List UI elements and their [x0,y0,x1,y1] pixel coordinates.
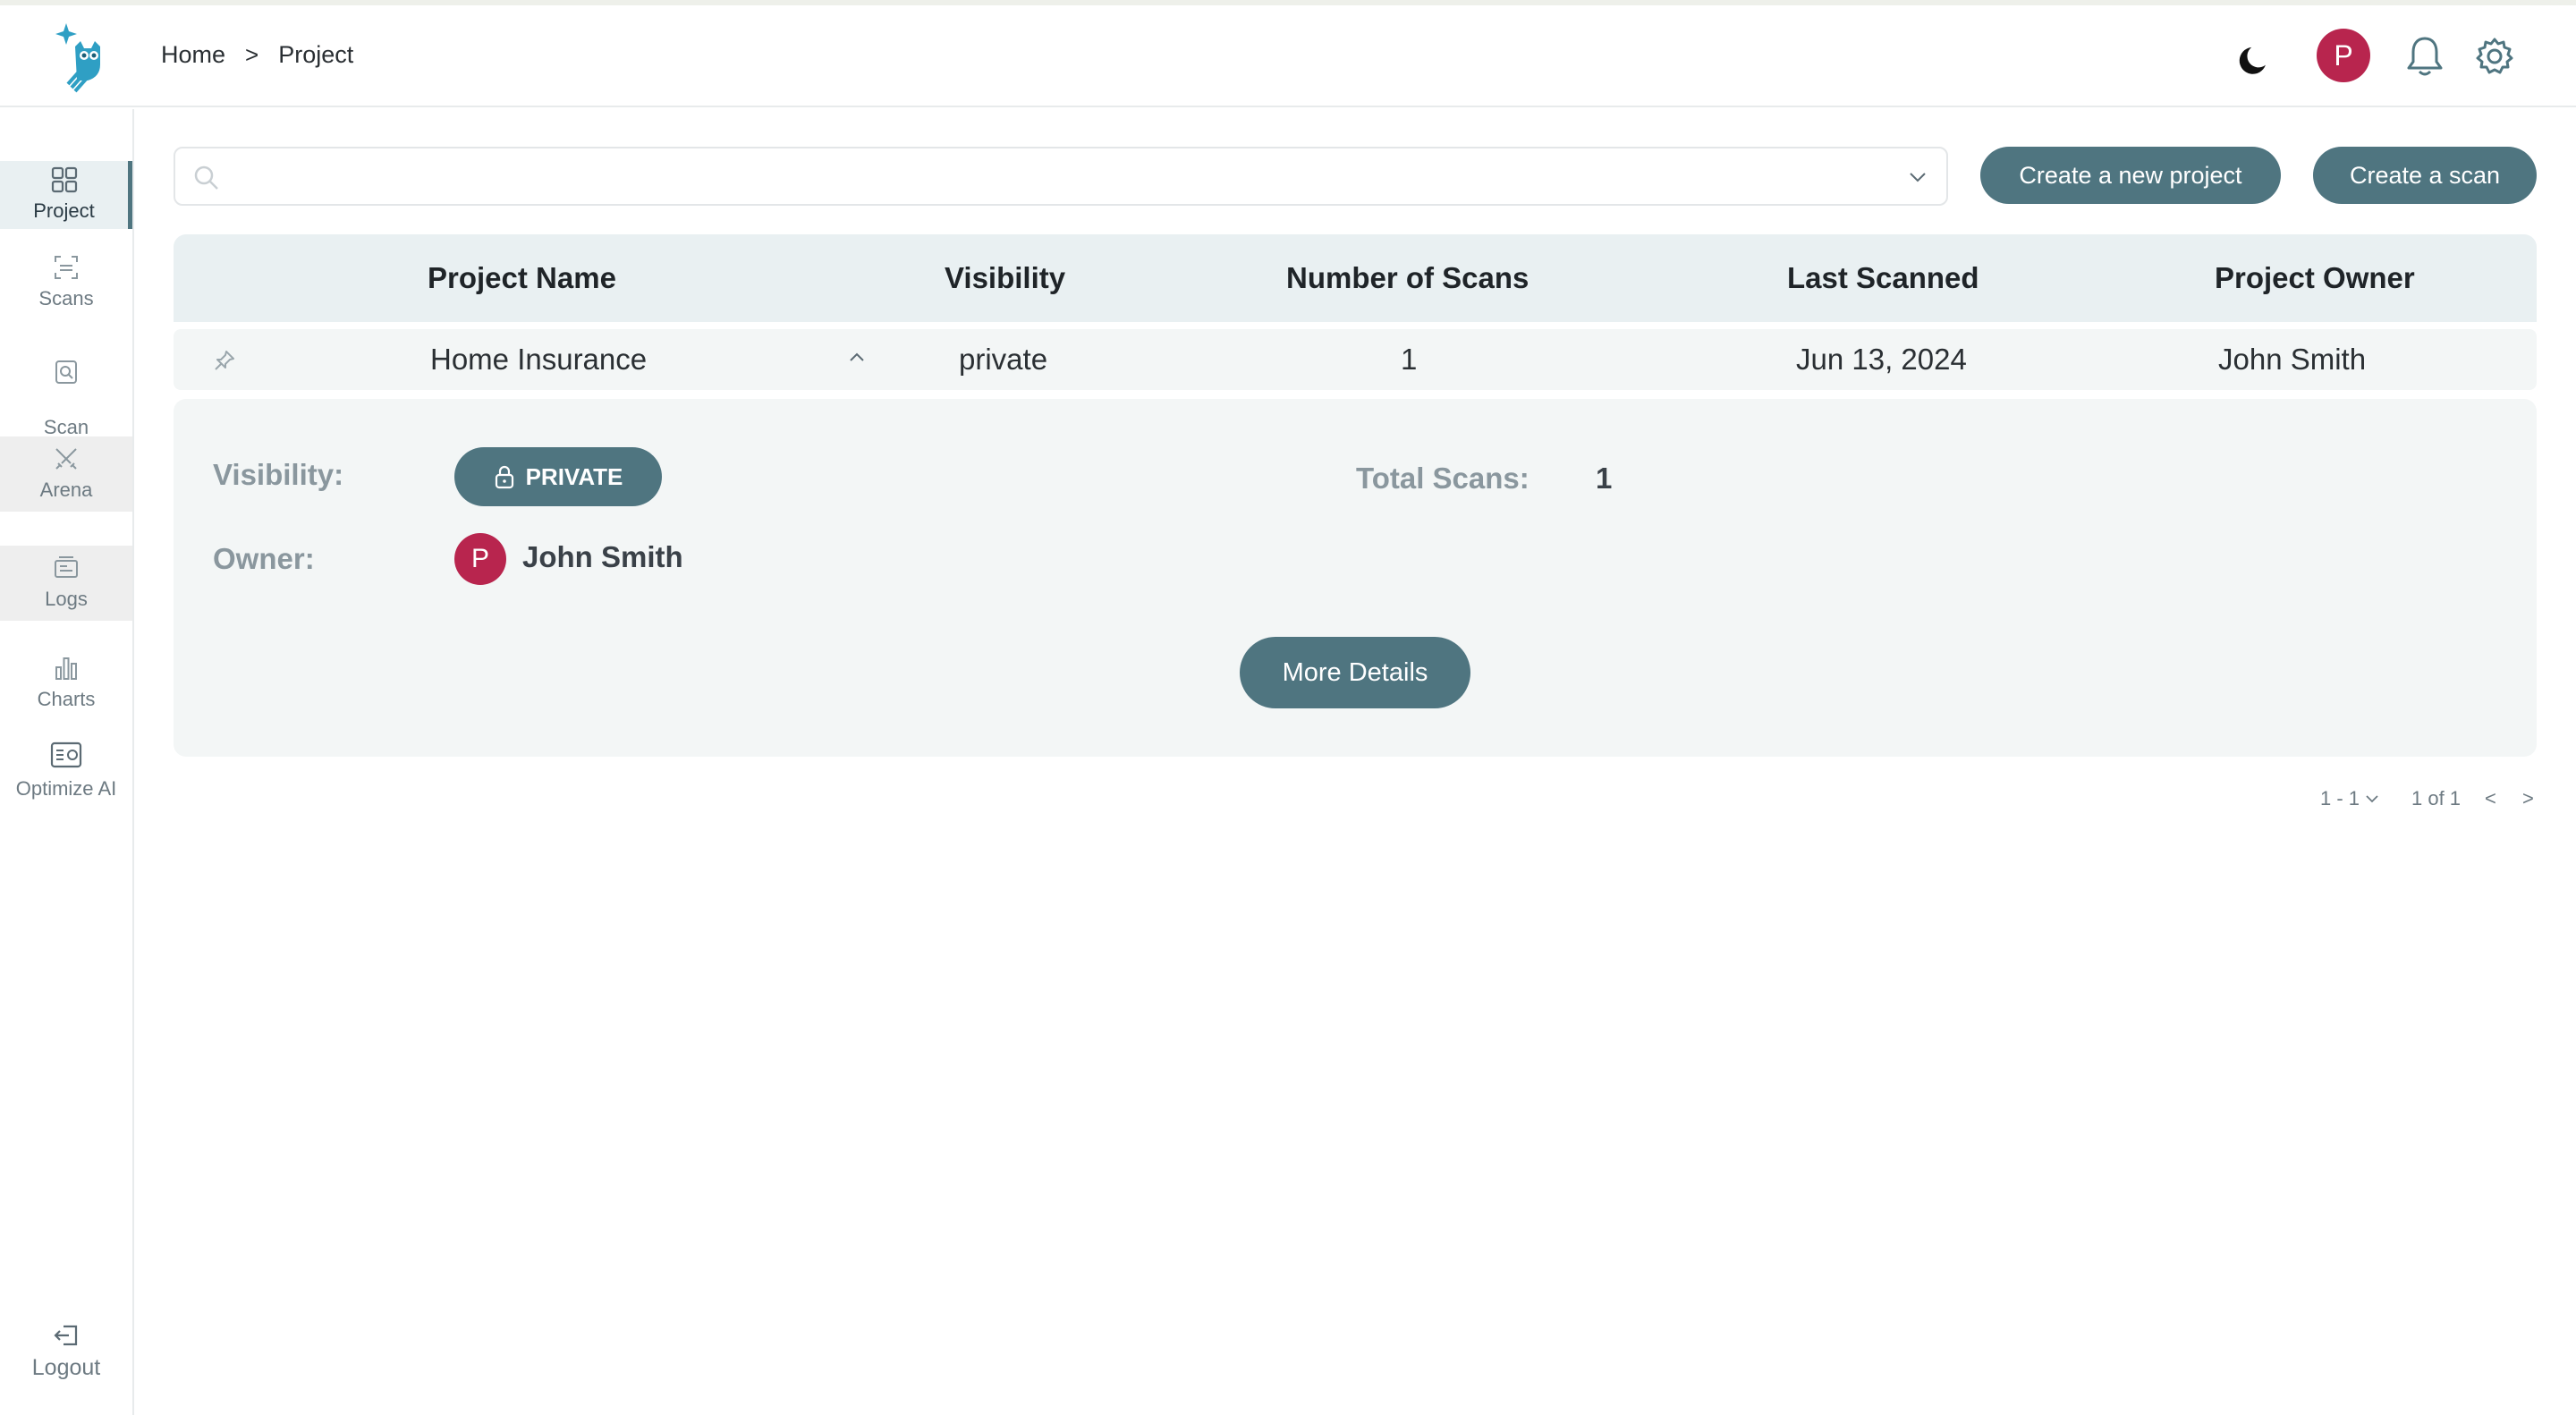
project-owner-cell: John Smith [2218,343,2367,376]
total-scans-label: Total Scans: [1356,462,1530,495]
last-scanned-cell: Jun 13, 2024 [1796,343,1967,376]
scan-icon [55,256,78,279]
sidebar-item-label: Optimize AI [15,777,117,800]
sidebar-item-scans[interactable]: Scans [0,254,132,310]
project-detail-panel: Visibility: PRIVATE Total Scans: 1 Owner… [174,399,2537,757]
logout-button[interactable]: Logout [0,1323,132,1381]
bell-icon[interactable] [2404,34,2445,79]
breadcrumb: Home > Project [161,41,353,69]
column-header-last-scanned[interactable]: Last Scanned [1787,234,1979,322]
chevron-down-icon [2366,795,2378,803]
bar-chart-icon [55,657,77,680]
next-page-button[interactable]: > [2522,787,2534,810]
logout-label: Logout [31,1355,101,1380]
breadcrumb-current: Project [278,41,354,68]
breadcrumb-separator: > [245,41,259,68]
rows-range: 1 - 1 [2320,787,2360,809]
logs-icon [55,556,78,578]
visibility-badge: PRIVATE [454,447,662,506]
project-name-cell[interactable]: Home Insurance [430,329,647,390]
column-header-project-owner[interactable]: Project Owner [2215,234,2415,322]
table-row[interactable]: Home Insurance private 1 Jun 13, 2024 Jo… [174,329,2537,390]
sidebar-item-arena[interactable]: Arena [0,436,132,512]
grid-icon [51,166,77,193]
search-input[interactable] [229,156,1893,197]
sidebar-item-label: Arena [39,479,93,501]
sidebar-item-label: Project [33,199,95,222]
chevron-up-icon[interactable] [848,351,866,363]
prev-page-button[interactable]: < [2485,787,2496,810]
gear-icon[interactable] [2474,36,2515,77]
sidebar-item-optimize-ai[interactable]: Optimize AI [0,741,132,801]
optimize-icon [50,741,82,768]
create-scan-button[interactable]: Create a scan [2313,147,2537,204]
pin-icon[interactable] [213,349,236,372]
lock-icon [495,465,513,489]
sidebar-item-label: Charts [37,688,96,710]
search-box [174,147,1948,206]
total-scans-value: 1 [1596,462,1613,495]
rows-per-page-select[interactable]: 1 - 1 [2320,787,2379,810]
scans-count-cell: 1 [1401,343,1418,376]
more-details-button[interactable]: More Details [1240,637,1470,708]
owner-avatar: P [454,533,506,585]
sidebar: Project Scans Scan Summary Arena Logs [0,109,134,1415]
sidebar-item-label: Logs [45,588,88,610]
column-header-project-name[interactable]: Project Name [428,234,616,322]
column-header-number-of-scans[interactable]: Number of Scans [1286,234,1529,322]
create-project-button[interactable]: Create a new project [1980,147,2281,204]
moon-icon[interactable] [2236,39,2275,79]
visibility-cell: private [959,343,1048,376]
scan-summary-icon [55,360,77,384]
page-indicator: 1 of 1 [2411,787,2462,809]
sidebar-item-project[interactable]: Project [0,161,132,229]
owner-name: John Smith [522,540,683,573]
user-avatar[interactable]: P [2317,29,2370,82]
column-header-visibility[interactable]: Visibility [945,234,1065,322]
chevron-down-icon[interactable] [1909,172,1927,182]
search-icon [194,165,218,190]
logout-icon [54,1325,78,1346]
owner-label: Owner: [213,542,315,575]
sidebar-item-logs[interactable]: Logs [0,546,132,621]
table-header: Project Name Visibility Number of Scans … [174,234,2537,322]
app-header: Home > Project P [0,5,2576,107]
swords-icon [55,448,77,470]
visibility-badge-label: PRIVATE [525,462,623,490]
owl-logo-icon[interactable] [55,21,113,93]
breadcrumb-home[interactable]: Home [161,41,225,69]
visibility-label: Visibility: [213,458,344,491]
sidebar-item-charts[interactable]: Charts [0,655,132,711]
sidebar-item-label: Scans [38,287,94,309]
